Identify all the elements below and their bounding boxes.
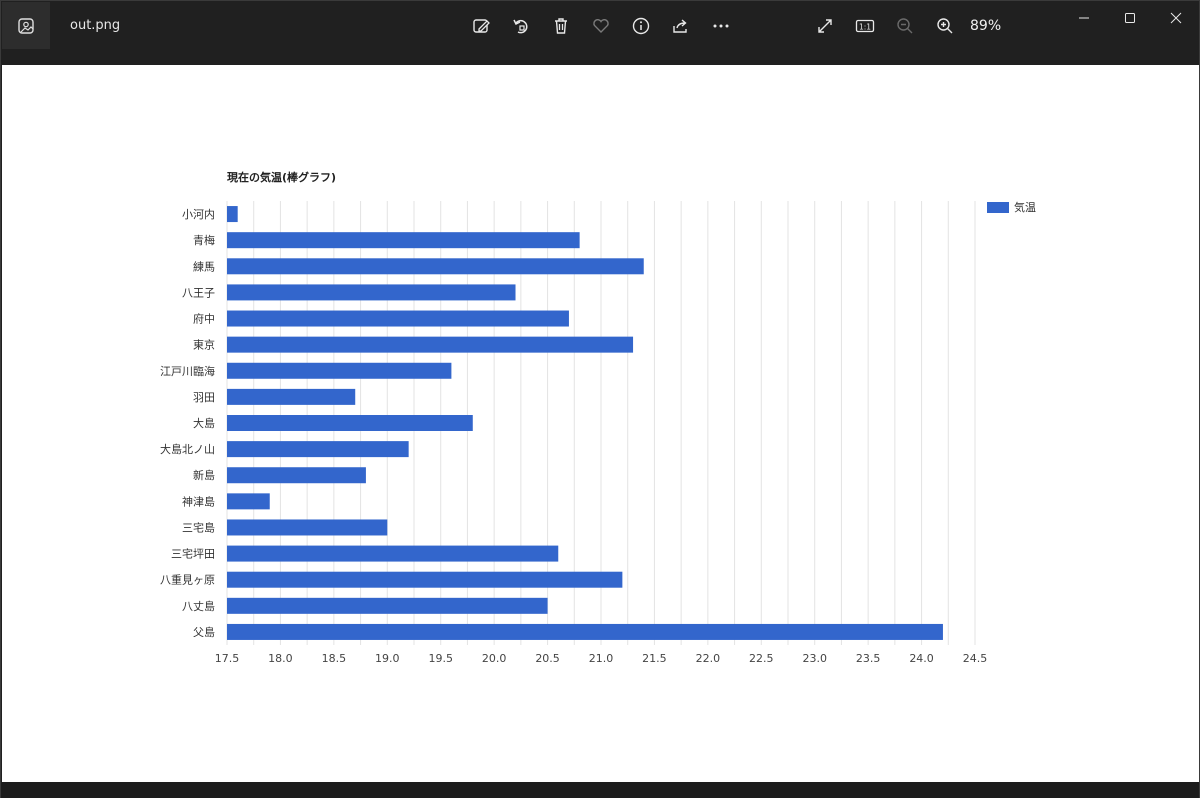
fullscreen-icon [818, 19, 832, 33]
category-label: 練馬 [193, 259, 215, 273]
bar [227, 310, 569, 327]
x-tick-label: 22.5 [749, 652, 774, 665]
category-label: 府中 [193, 312, 215, 326]
category-label: 八丈島 [182, 599, 215, 613]
close-icon [1170, 12, 1182, 24]
actual-size-button[interactable]: 1:1 [852, 13, 878, 39]
info-icon [632, 17, 650, 35]
delete-icon [555, 18, 567, 34]
x-tick-label: 24.0 [909, 652, 934, 665]
category-label: 八王子 [182, 286, 215, 299]
bar [227, 519, 388, 536]
x-tick-label: 17.5 [215, 652, 240, 665]
category-label: 父島 [193, 625, 215, 639]
category-label: 羽田 [193, 391, 215, 404]
photos-app-icon [18, 17, 34, 34]
bar-chart: 17.5 18.0 18.5 19.0 19.5 20.0 20.5 21.0 21.5 22.0… [160, 170, 1036, 665]
fullscreen-button[interactable] [812, 13, 838, 39]
image-canvas: 17.5 18.0 18.5 19.0 19.5 20.0 20.5 21.0 21.5 22.0… [2, 65, 1199, 782]
title-bar: out.png 1:1 89% [1, 1, 1199, 65]
info-button[interactable] [628, 13, 654, 39]
minimize-button[interactable] [1071, 7, 1097, 29]
x-tick-label: 21.0 [589, 652, 614, 665]
app-icon-button[interactable] [2, 2, 50, 49]
photo-viewer-window: out.png 1:1 89% 17.5 18.0 18.5 19.0 19.5… [0, 0, 1200, 798]
zoom-in-icon [937, 18, 953, 34]
bar [227, 415, 473, 431]
delete-button[interactable] [548, 13, 574, 39]
favorite-button[interactable] [588, 13, 614, 39]
bar [227, 388, 356, 405]
bar [227, 493, 270, 510]
bar [227, 206, 238, 223]
bar [227, 467, 366, 484]
category-label: 三宅坪田 [171, 547, 215, 561]
actual-size-label: 1:1 [859, 22, 871, 31]
bar [227, 336, 634, 353]
x-tick-label: 23.0 [802, 652, 827, 665]
maximize-button[interactable] [1117, 7, 1143, 29]
category-label: 神津島 [182, 494, 215, 508]
bar [227, 545, 559, 562]
zoom-out-icon [897, 18, 913, 34]
rotate-button[interactable] [508, 13, 534, 39]
x-tick-label: 19.5 [428, 652, 453, 665]
zoom-level[interactable]: 89% [970, 18, 1001, 34]
bar [227, 571, 623, 588]
chart-title: 現在の気温(棒グラフ) [227, 170, 336, 184]
file-name: out.png [70, 18, 121, 33]
category-label: 青梅 [193, 233, 215, 247]
bar [227, 362, 452, 379]
rotate-icon [513, 19, 528, 34]
minimize-icon [1079, 17, 1089, 19]
close-button[interactable] [1163, 7, 1189, 29]
legend-label: 気温 [1014, 200, 1036, 214]
x-tick-label: 23.5 [856, 652, 881, 665]
x-tick-label: 18.5 [322, 652, 347, 665]
share-icon [673, 19, 687, 33]
category-label: 大島北ノ山 [160, 442, 215, 456]
edit-image-icon [473, 19, 490, 33]
legend-swatch [987, 202, 1009, 213]
favorite-icon [593, 19, 609, 33]
actual-size-icon: 1:1 [855, 19, 875, 33]
x-tick-label: 21.5 [642, 652, 667, 665]
category-label: 小河内 [182, 207, 215, 221]
bar [227, 623, 943, 640]
zoom-in-button[interactable] [932, 13, 958, 39]
x-tick-label: 18.0 [268, 652, 293, 665]
x-tick-label: 19.0 [375, 652, 400, 665]
category-label: 東京 [193, 338, 215, 352]
category-label: 江戸川臨海 [160, 364, 215, 378]
x-tick-label: 22.0 [696, 652, 721, 665]
more-button[interactable] [708, 13, 734, 39]
x-tick-label: 20.5 [535, 652, 560, 665]
category-label: 八重見ヶ原 [160, 573, 215, 587]
bar [227, 232, 580, 249]
bar [227, 284, 516, 301]
bar [227, 258, 644, 275]
edit-image-button[interactable] [468, 13, 494, 39]
bottom-bar [1, 782, 1199, 798]
maximize-icon [1125, 13, 1135, 23]
category-label: 新島 [193, 468, 215, 482]
more-icon [713, 24, 729, 28]
x-tick-label: 24.5 [963, 652, 988, 665]
category-label: 大島 [193, 416, 215, 430]
zoom-out-button[interactable] [892, 13, 918, 39]
category-label: 三宅島 [182, 520, 215, 534]
share-button[interactable] [668, 13, 694, 39]
bar [227, 441, 409, 458]
x-tick-label: 20.0 [482, 652, 507, 665]
bar [227, 597, 548, 614]
